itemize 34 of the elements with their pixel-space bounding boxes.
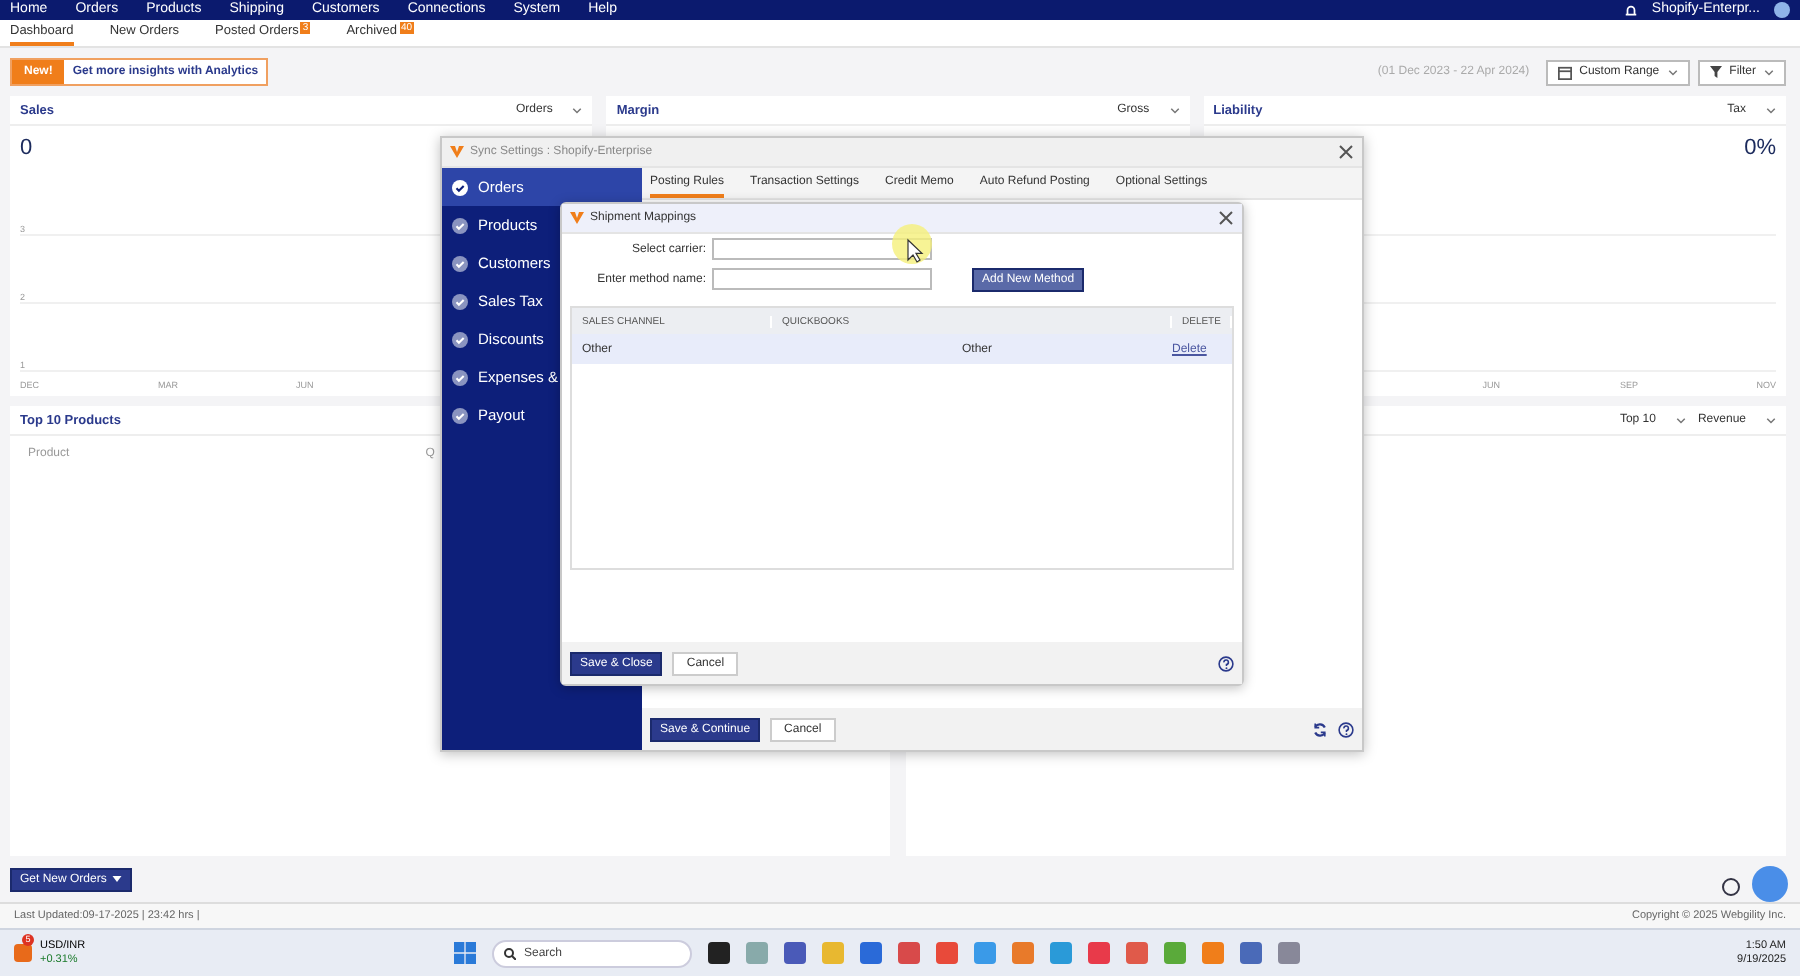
chat-button[interactable] — [1752, 866, 1788, 902]
windows-start-icon[interactable] — [454, 942, 476, 964]
chevron-down-icon — [1169, 107, 1180, 113]
logo-icon — [450, 146, 464, 158]
search-icon — [504, 947, 516, 959]
close-button[interactable] — [1218, 210, 1234, 226]
avatar-circle[interactable] — [1774, 2, 1790, 18]
chevron-down-icon — [1667, 69, 1678, 75]
close-button[interactable] — [1338, 144, 1354, 160]
method-name-input[interactable] — [712, 268, 932, 290]
chevron-down-icon — [1766, 417, 1776, 423]
chevron-down-icon — [1675, 417, 1686, 423]
check-circle-icon — [452, 331, 468, 347]
stock-icon[interactable] — [14, 944, 32, 962]
calendar-icon — [1557, 65, 1572, 79]
check-circle-icon — [452, 293, 468, 309]
cursor-highlight-icon — [890, 224, 934, 268]
bell-icon[interactable] — [1623, 3, 1638, 17]
check-circle-icon — [452, 179, 468, 195]
metric-value: 0 — [20, 136, 33, 160]
refresh-icon[interactable] — [1312, 721, 1328, 737]
taskbar-app-icon[interactable] — [784, 942, 806, 964]
chevron-down-icon — [1764, 69, 1774, 75]
taskbar-app-icon[interactable] — [708, 942, 730, 964]
chevron-down-icon — [572, 107, 583, 113]
logo-icon — [570, 212, 584, 224]
caret-icon — [112, 876, 123, 882]
filter-icon — [1709, 66, 1722, 78]
metric-value: 0% — [1744, 136, 1776, 160]
check-circle-icon — [452, 369, 468, 385]
check-circle-icon — [452, 255, 468, 271]
chevron-down-icon — [1766, 107, 1776, 113]
check-circle-icon — [452, 217, 468, 233]
check-circle-icon — [452, 407, 468, 423]
